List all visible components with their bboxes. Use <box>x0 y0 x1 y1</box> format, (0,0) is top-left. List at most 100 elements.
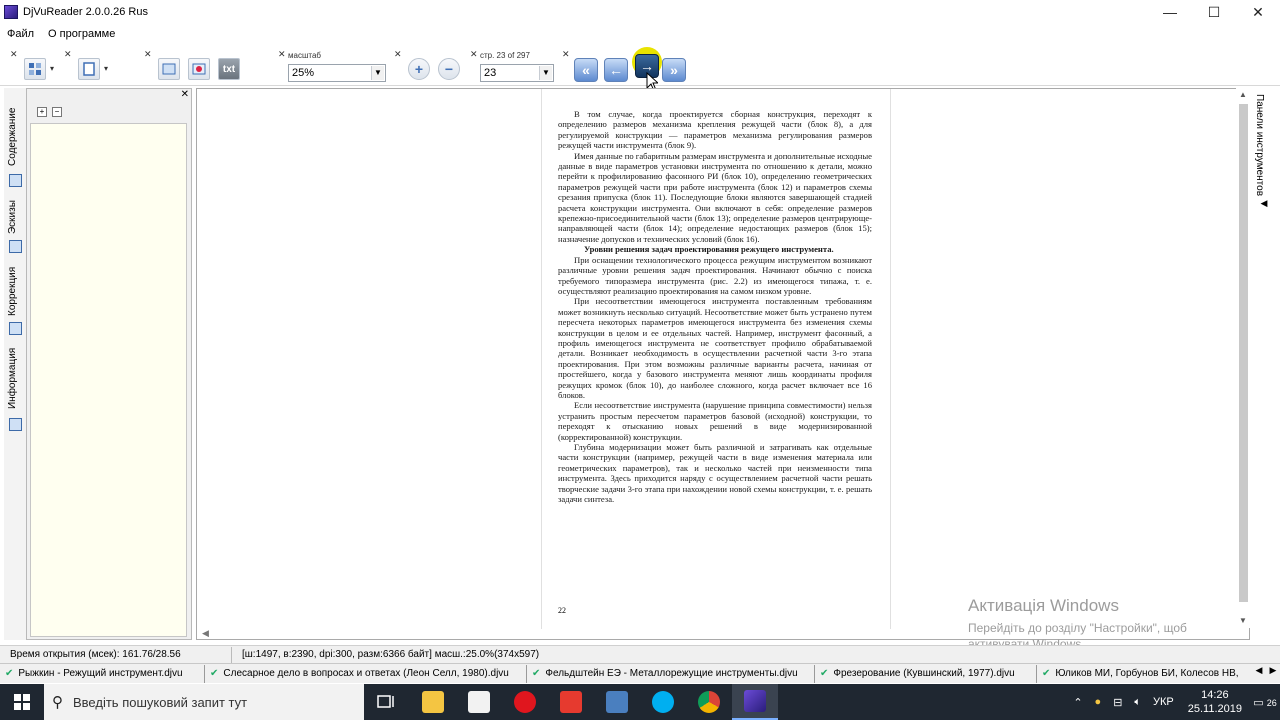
task-view-button[interactable] <box>364 684 410 720</box>
menu-about[interactable]: О программе <box>41 24 122 44</box>
tab-scroll-left-icon[interactable]: ◀ <box>1252 665 1266 676</box>
vertical-scrollbar[interactable]: ▲ ▼ <box>1236 88 1250 628</box>
tray-app-icon[interactable]: ● <box>1095 696 1102 708</box>
prev-page-button[interactable]: ← <box>604 58 628 82</box>
tab-information[interactable]: Информация <box>7 344 23 412</box>
plus-icon: + <box>414 61 424 77</box>
zoom-out-button[interactable]: − <box>438 58 460 80</box>
toolbars-panel-label: Панели инструментов <box>1254 94 1265 197</box>
taskbar-search[interactable]: ⚲ Введіть пошуковий запит тут <box>44 684 364 720</box>
close-group-icon[interactable]: ✕ <box>562 50 570 59</box>
dropdown-arrow-icon[interactable]: ▼ <box>539 66 552 80</box>
start-button[interactable] <box>0 684 44 720</box>
scroll-up-icon[interactable]: ▲ <box>1236 88 1250 102</box>
document-tabs: ✔ Рыжкин - Режущий инструмент.djvu ✔ Слеса… <box>0 663 1280 683</box>
scroll-down-icon[interactable]: ▼ <box>1236 614 1250 628</box>
tab-thumbnails[interactable]: Эскизы <box>7 196 23 238</box>
select-image-button[interactable] <box>188 58 210 80</box>
select-area-button[interactable] <box>158 58 180 80</box>
app-icon <box>606 691 628 713</box>
doc-tab-label: Слесарное дело в вопросах и ответах (Лео… <box>223 668 509 679</box>
correction-icon[interactable] <box>9 322 22 335</box>
search-placeholder: Введіть пошуковий запит тут <box>73 694 248 710</box>
clock-time: 14:26 <box>1201 689 1229 701</box>
tab-scroll-right-icon[interactable]: ▶ <box>1266 665 1280 676</box>
toolbar-group-zoom: ✕ масштаб 25% ▼ <box>278 50 390 84</box>
page-caption: стр. 23 of 297 <box>480 51 530 60</box>
toolbar-group-select: ✕ txt <box>144 50 244 84</box>
close-group-icon[interactable]: ✕ <box>10 50 18 59</box>
collapse-all-icon[interactable]: − <box>52 107 62 117</box>
language-indicator[interactable]: УКР <box>1153 696 1174 708</box>
close-group-icon[interactable]: ✕ <box>64 50 72 59</box>
tab-correction[interactable]: Коррекция <box>7 264 23 318</box>
taskbar-djvureader[interactable] <box>732 684 778 720</box>
minimize-button[interactable]: — <box>1148 0 1192 24</box>
maximize-button[interactable]: ☐ <box>1192 0 1236 24</box>
page-view-button[interactable] <box>78 58 108 80</box>
action-center-button[interactable]: ▭ 26 <box>1250 696 1280 709</box>
tab-scroll-controls: ◀ ▶ <box>1252 665 1280 676</box>
page-paragraph: Глубина модернизации может быть различно… <box>558 442 872 505</box>
clock[interactable]: 14:26 25.11.2019 <box>1188 688 1242 716</box>
taskbar-app[interactable] <box>594 684 640 720</box>
taskbar-chrome[interactable] <box>686 684 732 720</box>
toolbars-panel-tab[interactable]: Панели инструментов ◀ <box>1254 94 1274 224</box>
toolbar-group-page: ✕ <box>62 50 112 84</box>
minus-icon: − <box>444 61 454 77</box>
doc-tab[interactable]: ✔ Юликов МИ, Горбунов БИ, Колесов НВ, <box>1037 665 1252 683</box>
image-icon <box>192 63 206 75</box>
first-page-button[interactable]: « <box>574 58 598 82</box>
select-text-button[interactable]: txt <box>218 58 240 80</box>
doc-tab[interactable]: ✔ Рыжкин - Режущий инструмент.djvu <box>0 664 205 683</box>
page-paragraph: Если несоответствие инструмента (нарушен… <box>558 400 872 442</box>
last-page-button[interactable]: » <box>662 58 686 82</box>
left-arrow-icon: ← <box>609 62 623 78</box>
close-panel-icon[interactable]: ✕ <box>181 89 189 100</box>
chrome-icon <box>698 691 720 713</box>
page-paragraph: В том случае, когда проектируется сборна… <box>558 109 872 151</box>
page-select[interactable]: 23 ▼ <box>480 64 554 82</box>
toolbar-group-zoom-buttons: ✕ + − <box>394 50 466 84</box>
tab-contents[interactable]: Содержание <box>7 106 23 168</box>
contents-icon[interactable] <box>9 174 22 187</box>
close-group-icon[interactable]: ✕ <box>278 50 286 59</box>
open-file-button[interactable] <box>24 58 54 80</box>
chevron-up-icon[interactable]: ⌃ <box>1073 696 1082 709</box>
document-viewport[interactable]: В том случае, когда проектируется сборна… <box>196 88 1250 640</box>
status-bar: Время открытия (мсек): 161.76/28.56 [ш:1… <box>0 645 1280 663</box>
taskbar-explorer[interactable] <box>410 684 456 720</box>
contents-tree[interactable] <box>30 123 187 637</box>
thumbnails-icon[interactable] <box>9 240 22 253</box>
close-button[interactable]: ✕ <box>1236 0 1280 24</box>
close-group-icon[interactable]: ✕ <box>470 50 478 59</box>
page-heading: Уровни решения задач проектирования режу… <box>584 244 834 255</box>
taskbar-yandex[interactable] <box>548 684 594 720</box>
tree-controls: + − <box>37 107 62 117</box>
doc-tab[interactable]: ✔ Фельдштейн ЕЭ - Металлорежущие инструме… <box>527 664 815 683</box>
scroll-thumb[interactable] <box>1239 104 1248 602</box>
close-group-icon[interactable]: ✕ <box>394 50 402 59</box>
doc-tab[interactable]: ✔ Фрезерование (Кувшинский, 1977).djvu <box>815 664 1037 683</box>
speaker-icon[interactable]: 🔈︎ <box>1134 696 1141 709</box>
taskbar-store[interactable] <box>456 684 502 720</box>
task-view-icon <box>377 695 394 708</box>
scroll-left-icon[interactable]: ◀ <box>202 628 209 639</box>
watermark-title: Активація Windows <box>968 596 1119 615</box>
menu-file[interactable]: Файл <box>0 24 41 44</box>
network-icon[interactable]: ⊟ <box>1113 696 1122 709</box>
information-icon[interactable] <box>9 418 22 431</box>
close-group-icon[interactable]: ✕ <box>144 50 152 59</box>
dropdown-arrow-icon[interactable]: ▼ <box>371 66 384 80</box>
check-icon: ✔ <box>210 668 219 679</box>
doc-tab[interactable]: ✔ Слесарное дело в вопросах и ответах (Ле… <box>205 664 527 683</box>
taskbar-opera[interactable] <box>502 684 548 720</box>
zoom-select[interactable]: 25% ▼ <box>288 64 386 82</box>
taskbar-skype[interactable] <box>640 684 686 720</box>
double-left-arrow-icon: « <box>582 62 590 78</box>
zoom-in-button[interactable]: + <box>408 58 430 80</box>
panel-arrow-icon[interactable]: ◀ <box>1254 198 1274 209</box>
menu-bar: Файл О программе <box>0 24 1280 44</box>
expand-all-icon[interactable]: + <box>37 107 47 117</box>
folder-icon <box>422 691 444 713</box>
